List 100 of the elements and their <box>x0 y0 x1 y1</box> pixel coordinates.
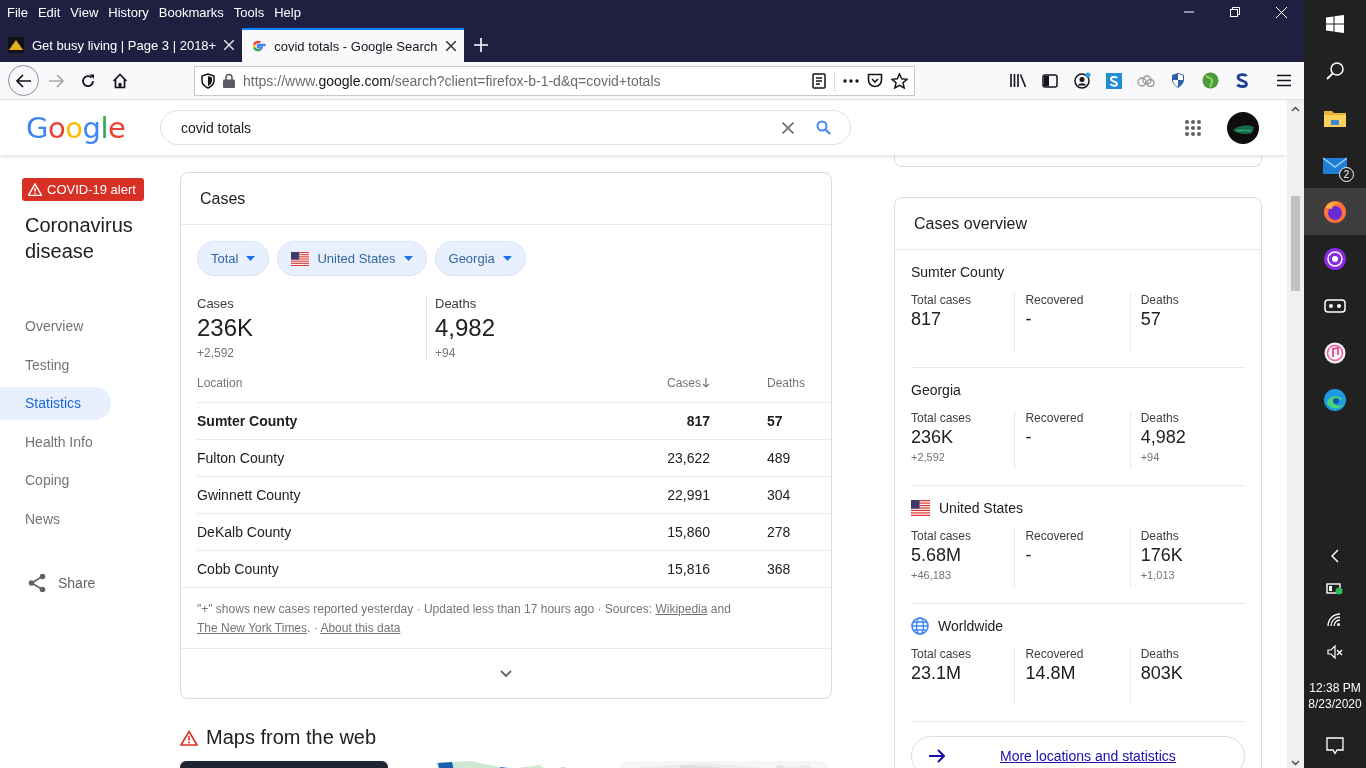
library-icon[interactable] <box>1009 73 1027 88</box>
location-name: United States <box>939 500 1024 516</box>
table-cell-text: DeKalb County <box>197 524 293 540</box>
more-link[interactable]: More locations and statistics <box>911 736 1245 768</box>
column-header[interactable]: Location <box>197 376 595 390</box>
table-cell-text: 23,622 <box>666 450 710 466</box>
table-cell-text: Cobb County <box>197 561 280 577</box>
menu-item[interactable]: File <box>2 4 33 20</box>
notification-icon[interactable] <box>1326 737 1344 755</box>
apps-grid-icon[interactable] <box>1185 119 1201 136</box>
dropdown-caret-icon <box>502 256 512 261</box>
stat-label: Recovered <box>1025 293 1085 307</box>
clear-icon[interactable] <box>782 121 794 134</box>
stat-label: Deaths <box>1140 647 1180 661</box>
wifi-icon[interactable] <box>1327 613 1343 627</box>
search-field[interactable]: covid totals <box>160 110 851 145</box>
stat-value: 176K <box>1140 545 1184 566</box>
stat-change: +1,013 <box>1140 569 1176 581</box>
more-icon[interactable] <box>843 78 859 83</box>
menu-item[interactable]: Edit <box>32 4 66 20</box>
reader-view-icon[interactable] <box>812 72 826 89</box>
dropdown-caret-icon <box>246 256 256 261</box>
table-cell-text: 15,860 <box>666 524 710 540</box>
sidebar-item[interactable]: News <box>0 502 111 535</box>
avatar[interactable] <box>1227 111 1259 144</box>
menu-item[interactable]: View <box>65 4 104 20</box>
filter-chip[interactable]: Georgia <box>434 241 526 276</box>
stat-change: +2,592 <box>197 346 236 360</box>
windows-icon[interactable] <box>1326 14 1344 33</box>
column-header[interactable]: Cases <box>595 376 710 390</box>
star-icon[interactable] <box>891 72 908 89</box>
muted-speaker-icon[interactable] <box>1327 645 1343 659</box>
table-cell-text: 22,991 <box>666 487 710 503</box>
google-logo[interactable]: Google <box>26 110 160 145</box>
browser-tab[interactable]: Get busy living | Page 3 | 2018+ <box>0 28 243 62</box>
topic-title: Coronavirus disease <box>25 213 134 264</box>
scrollbar[interactable] <box>1287 100 1304 768</box>
stat-change: +2,592 <box>911 451 946 463</box>
scroll-up-icon[interactable] <box>1291 106 1300 112</box>
menu-item[interactable]: History <box>103 4 154 20</box>
scrollbar-thumb[interactable] <box>1291 196 1300 291</box>
sidebar-item[interactable]: Overview <box>0 310 111 343</box>
stat-label: Total cases <box>911 293 973 307</box>
stat-label: Recovered <box>1025 411 1085 425</box>
sidebar-item[interactable]: Testing <box>0 348 111 381</box>
sidebar-item[interactable]: Statistics <box>0 387 111 420</box>
home-icon[interactable] <box>112 72 128 89</box>
browser-tab[interactable]: covid totals - Google Search <box>242 28 464 62</box>
reload-icon[interactable] <box>80 72 96 89</box>
menu-icon[interactable] <box>1276 74 1292 87</box>
lock-icon <box>223 73 235 88</box>
warning-icon <box>28 183 42 196</box>
location-name: Worldwide <box>938 618 1004 634</box>
location-name: Sumter County <box>911 264 1005 280</box>
stat-value: 5.68M <box>911 545 963 566</box>
share-icon <box>28 573 46 593</box>
account-icon[interactable] <box>1073 72 1091 89</box>
filter-chip[interactable]: United States <box>277 241 427 276</box>
clock[interactable]: 12:38 PM 8/23/2020 <box>1308 680 1362 712</box>
footnote-link[interactable]: About this data <box>320 621 401 635</box>
stat-value: - <box>1025 427 1033 448</box>
podcast-icon[interactable] <box>1323 246 1347 271</box>
s-letter-icon[interactable] <box>1236 73 1248 88</box>
address-bar[interactable]: https://www.google.com/search?client=firefox-b-1-d&q=covid+totals <box>194 65 915 96</box>
restore-icon[interactable] <box>1230 7 1240 17</box>
sidebar-item[interactable]: Health Info <box>0 425 111 458</box>
table-cell-text: 15,816 <box>666 561 710 577</box>
table-cell-text: 817 <box>685 413 710 429</box>
close-icon[interactable] <box>445 41 456 51</box>
filter-chip[interactable]: Total <box>197 241 270 276</box>
table-cell-text: Fulton County <box>197 450 286 466</box>
battery-icon[interactable] <box>1326 581 1344 595</box>
sidebar-icon[interactable] <box>1042 73 1058 88</box>
search-icon[interactable] <box>1326 61 1344 80</box>
sidebar-item[interactable]: Coping <box>0 464 111 497</box>
shield-icon <box>201 72 215 89</box>
footnote-link[interactable]: Wikipedia <box>655 602 708 616</box>
column-header[interactable]: Deaths <box>710 376 831 390</box>
stat-label: Deaths <box>1140 411 1180 425</box>
chevron-left-icon[interactable] <box>1331 549 1339 563</box>
scroll-down-icon[interactable] <box>1291 760 1300 766</box>
menu-item[interactable]: Bookmarks <box>153 4 229 20</box>
expand-chevron-icon[interactable] <box>500 669 512 678</box>
globe-icon[interactable] <box>1201 72 1219 89</box>
share-button[interactable]: Share <box>28 573 96 593</box>
table-cell-text: 489 <box>766 450 792 466</box>
stat-label: Cases <box>197 296 235 311</box>
menu-item[interactable]: Help <box>269 4 306 20</box>
stat-change: +46,183 <box>911 569 953 581</box>
pocket-icon[interactable] <box>867 73 883 88</box>
folder-icon[interactable] <box>1324 108 1346 127</box>
browser-icon[interactable] <box>1323 199 1347 224</box>
tab-favicon-icon <box>8 37 24 53</box>
google-favicon-icon <box>250 38 267 54</box>
table-cell-text: 57 <box>766 413 784 429</box>
stat-value: - <box>1025 545 1033 566</box>
shield-icon[interactable] <box>1171 72 1185 89</box>
dropdown-caret-icon <box>403 256 413 261</box>
menu-item[interactable]: Tools <box>228 4 270 20</box>
new-tab-icon[interactable] <box>473 38 488 52</box>
